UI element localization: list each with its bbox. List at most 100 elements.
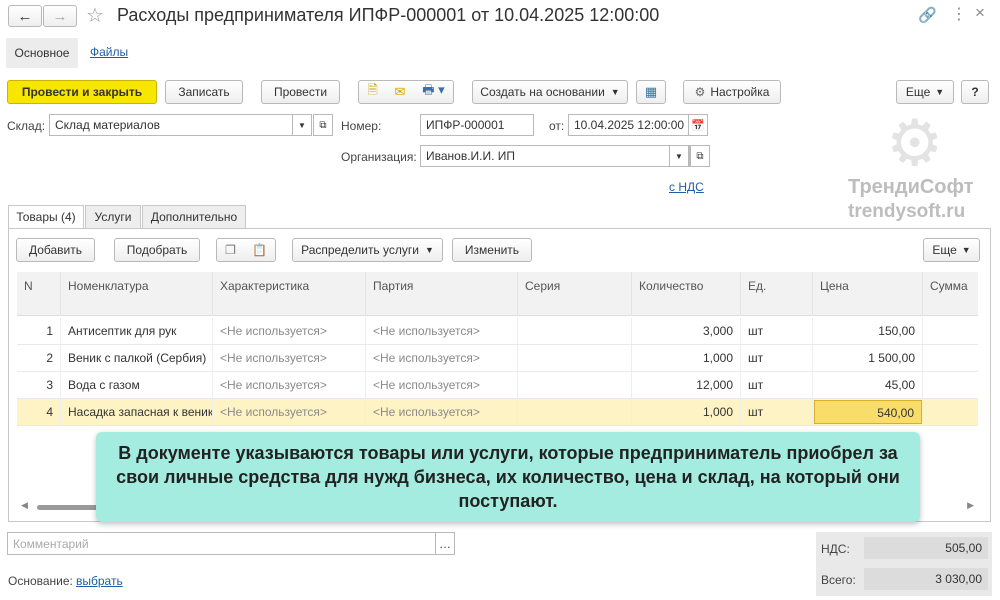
row-unit[interactable]: шт (741, 345, 813, 371)
forward-button[interactable]: → (43, 5, 77, 27)
back-button[interactable]: ← (8, 5, 42, 27)
table-more-button[interactable]: Еще ▼ (923, 238, 980, 262)
row-batch[interactable]: <Не используется> (366, 345, 518, 371)
watermark: ⚙ ТрендиСофт trendysoft.ru (840, 107, 990, 222)
create-based-button[interactable]: Создать на основании ▼ (472, 80, 628, 104)
row-series[interactable] (518, 399, 632, 425)
add-button[interactable]: Добавить (16, 238, 95, 262)
envelope-icon[interactable]: ✉ (395, 84, 406, 100)
printer-icon[interactable]: 🖶 ▾ (422, 81, 444, 103)
table-header: N Номенклатура Характеристика Партия Сер… (17, 272, 978, 316)
row-series[interactable] (518, 372, 632, 398)
settings-button[interactable]: ⚙ Настройка (683, 80, 781, 104)
calendar-icon: 📅 (691, 119, 705, 132)
number-field[interactable]: ИПФР-000001 (420, 114, 534, 136)
more-button[interactable]: Еще ▼ (896, 80, 954, 104)
col-characteristic[interactable]: Характеристика (213, 272, 366, 316)
org-open-button[interactable]: ⧉ (690, 145, 710, 167)
vat-total-label: НДС: (821, 542, 850, 556)
table-row[interactable]: 3 Вода с газом <Не используется> <Не исп… (17, 372, 978, 399)
link-icon[interactable]: 🔗 (918, 6, 937, 24)
date-label: от: (549, 119, 565, 133)
org-dropdown[interactable]: ▼ (669, 145, 689, 167)
tab-additional[interactable]: Дополнительно (142, 205, 246, 229)
row-unit[interactable]: шт (741, 372, 813, 398)
callout-text: В документе указываются товары или услуг… (116, 443, 900, 511)
row-price[interactable]: 150,00 (813, 318, 923, 344)
help-button[interactable]: ? (961, 80, 989, 104)
post-button[interactable]: Провести (261, 80, 340, 104)
row-price[interactable]: 45,00 (813, 372, 923, 398)
row-quantity[interactable]: 12,000 (632, 372, 741, 398)
row-characteristic[interactable]: <Не используется> (213, 345, 366, 371)
row-price[interactable]: 1 500,00 (813, 345, 923, 371)
document-icon[interactable]: 🗎 (367, 81, 377, 103)
row-batch[interactable]: <Не используется> (366, 372, 518, 398)
date-field[interactable]: 10.04.2025 12:00:00 (568, 114, 708, 136)
col-batch[interactable]: Партия (366, 272, 518, 316)
distribute-services-button[interactable]: Распределить услуги ▼ (292, 238, 443, 262)
col-sum[interactable]: Сумма (923, 272, 978, 316)
save-button[interactable]: Записать (165, 80, 243, 104)
table-row[interactable]: 1 Антисептик для рук <Не используется> <… (17, 318, 978, 345)
arrow-left-icon: ← (17, 7, 33, 25)
copy-icon[interactable]: ❐ (225, 243, 236, 257)
row-characteristic[interactable]: <Не используется> (213, 372, 366, 398)
comment-field[interactable]: Комментарий (7, 532, 436, 555)
row-n: 1 (17, 318, 61, 344)
close-icon[interactable]: × (975, 3, 985, 23)
comment-expand-button[interactable]: … (435, 532, 455, 555)
basis-link[interactable]: выбрать (76, 574, 123, 588)
table-row-selected[interactable]: 4 Насадка запасная к венику <Не использу… (17, 399, 978, 426)
tab-services[interactable]: Услуги (85, 205, 141, 229)
grand-total-label: Всего: (821, 573, 856, 587)
row-price-selected[interactable]: 540,00 (814, 400, 922, 424)
change-button[interactable]: Изменить (452, 238, 532, 262)
structure-button[interactable]: ▦ (636, 80, 666, 104)
col-unit[interactable]: Ед. (741, 272, 813, 316)
chevron-down-icon: ▼ (961, 245, 971, 255)
row-name[interactable]: Веник с палкой (Сербия) (61, 345, 213, 371)
col-quantity[interactable]: Количество (632, 272, 741, 316)
gear-icon: ⚙ (886, 107, 944, 179)
star-icon[interactable]: ☆ (86, 3, 104, 28)
post-and-close-button[interactable]: Провести и закрыть (7, 80, 157, 104)
row-quantity[interactable]: 3,000 (632, 318, 741, 344)
grand-total-value: 3 030,00 (864, 568, 988, 590)
pick-button[interactable]: Подобрать (114, 238, 200, 262)
tab-files[interactable]: Файлы (90, 45, 128, 59)
col-series[interactable]: Серия (518, 272, 632, 316)
watermark-site: trendysoft.ru (848, 201, 966, 222)
org-field[interactable]: Иванов.И.И. ИП (420, 145, 690, 167)
row-name[interactable]: Антисептик для рук (61, 318, 213, 344)
row-characteristic[interactable]: <Не используется> (213, 318, 366, 344)
row-quantity[interactable]: 1,000 (632, 345, 741, 371)
row-name[interactable]: Насадка запасная к венику (61, 399, 213, 425)
table-row[interactable]: 2 Веник с палкой (Сербия) <Не использует… (17, 345, 978, 372)
row-batch[interactable]: <Не используется> (366, 399, 518, 425)
col-n[interactable]: N (17, 272, 61, 316)
paste-icon[interactable]: 📋 (252, 243, 267, 257)
row-series[interactable] (518, 318, 632, 344)
row-characteristic[interactable]: <Не используется> (213, 399, 366, 425)
warehouse-field[interactable]: Склад материалов (49, 114, 311, 136)
scroll-left-icon[interactable]: ◀ (21, 500, 28, 511)
more-vertical-icon[interactable]: ⋮ (951, 4, 967, 24)
tab-goods[interactable]: Товары (4) (8, 205, 84, 229)
basis-label: Основание: (8, 574, 73, 588)
row-name[interactable]: Вода с газом (61, 372, 213, 398)
warehouse-open-button[interactable]: ⧉ (313, 114, 333, 136)
scroll-right-icon[interactable]: ▶ (967, 500, 974, 511)
row-unit[interactable]: шт (741, 399, 813, 425)
warehouse-value: Склад материалов (55, 118, 160, 132)
calendar-button[interactable]: 📅 (688, 114, 708, 136)
row-batch[interactable]: <Не используется> (366, 318, 518, 344)
col-price[interactable]: Цена (813, 272, 923, 316)
vat-link[interactable]: с НДС (669, 180, 704, 194)
warehouse-dropdown[interactable]: ▼ (292, 114, 312, 136)
col-nomenclature[interactable]: Номенклатура (61, 272, 213, 316)
tab-main[interactable]: Основное (6, 38, 78, 68)
row-series[interactable] (518, 345, 632, 371)
row-unit[interactable]: шт (741, 318, 813, 344)
row-quantity[interactable]: 1,000 (632, 399, 741, 425)
